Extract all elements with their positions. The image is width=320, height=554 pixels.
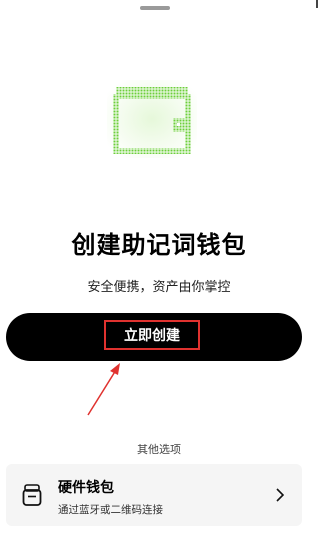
- corner-mark: [316, 0, 318, 8]
- hardware-wallet-description: 通过蓝牙或二维码连接: [58, 504, 163, 516]
- wallet-icon: [107, 80, 197, 158]
- page-title: 创建助记词钱包: [71, 231, 247, 259]
- sheet-grab-handle[interactable]: [140, 6, 170, 10]
- hardware-wallet-option[interactable]: 硬件钱包 通过蓝牙或二维码连接: [6, 464, 302, 526]
- annotation-arrow-icon: [87, 363, 120, 416]
- hardware-wallet-title: 硬件钱包: [58, 480, 114, 496]
- chevron-right-icon: [276, 488, 284, 502]
- page-subtitle: 安全便携，资产由你掌控: [87, 280, 231, 295]
- other-options-heading: 其他选项: [137, 443, 181, 456]
- create-button-label: 立即创建: [104, 320, 200, 350]
- create-wallet-button[interactable]: 立即创建: [6, 313, 302, 361]
- hardware-wallet-icon: [22, 484, 42, 506]
